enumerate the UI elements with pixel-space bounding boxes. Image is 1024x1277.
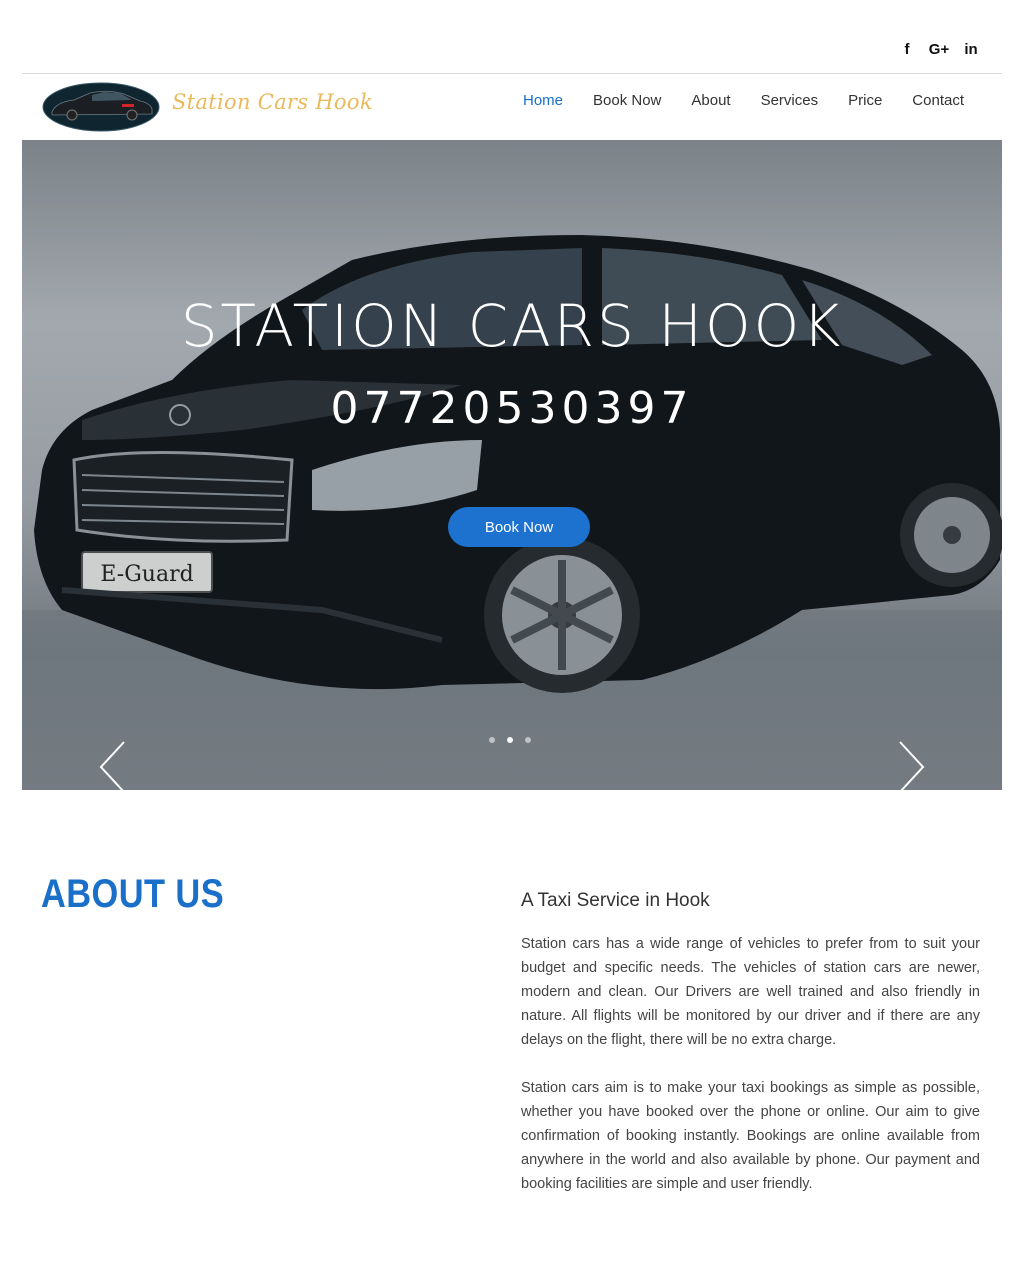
hero-slideshow: E-Guard STATION CARS HOOK 07720530397 Bo… [22, 140, 1002, 790]
main-nav: Home Book Now About Services Price Conta… [523, 92, 964, 109]
hero-phone: 07720530397 [330, 383, 694, 434]
facebook-icon[interactable]: f [898, 38, 916, 60]
slide-dot-1[interactable] [489, 737, 495, 743]
about-paragraph-2: Station cars aim is to make your taxi bo… [521, 1080, 980, 1192]
prev-slide-arrow-icon[interactable] [98, 740, 128, 790]
hero-overlay [22, 140, 1002, 790]
site-header: Station Cars Hook Home Book Now About Se… [22, 74, 1002, 140]
about-paragraph-1: Station cars has a wide range of vehicle… [521, 936, 980, 1048]
hero-title: STATION CARS HOOK [180, 292, 844, 360]
social-icons: f G+ in [898, 38, 980, 60]
about-subtitle: A Taxi Service in Hook [521, 890, 710, 911]
nav-services[interactable]: Services [761, 92, 819, 109]
nav-home[interactable]: Home [523, 92, 563, 109]
google-plus-icon[interactable]: G+ [928, 38, 950, 60]
nav-contact[interactable]: Contact [912, 92, 964, 109]
linkedin-icon[interactable]: in [962, 38, 980, 60]
slide-dot-3[interactable] [525, 737, 531, 743]
about-title: ABOUT US [41, 872, 225, 916]
nav-price[interactable]: Price [848, 92, 882, 109]
logo-car-icon[interactable] [42, 82, 160, 132]
hero-book-now-button[interactable]: Book Now [448, 507, 590, 547]
slide-dot-2[interactable] [507, 737, 513, 743]
nav-book-now[interactable]: Book Now [593, 92, 661, 109]
next-slide-arrow-icon[interactable] [896, 740, 926, 790]
slide-indicators [489, 737, 531, 743]
social-bar: f G+ in [0, 0, 1024, 74]
nav-about[interactable]: About [691, 92, 730, 109]
brand-name[interactable]: Station Cars Hook [172, 90, 373, 114]
